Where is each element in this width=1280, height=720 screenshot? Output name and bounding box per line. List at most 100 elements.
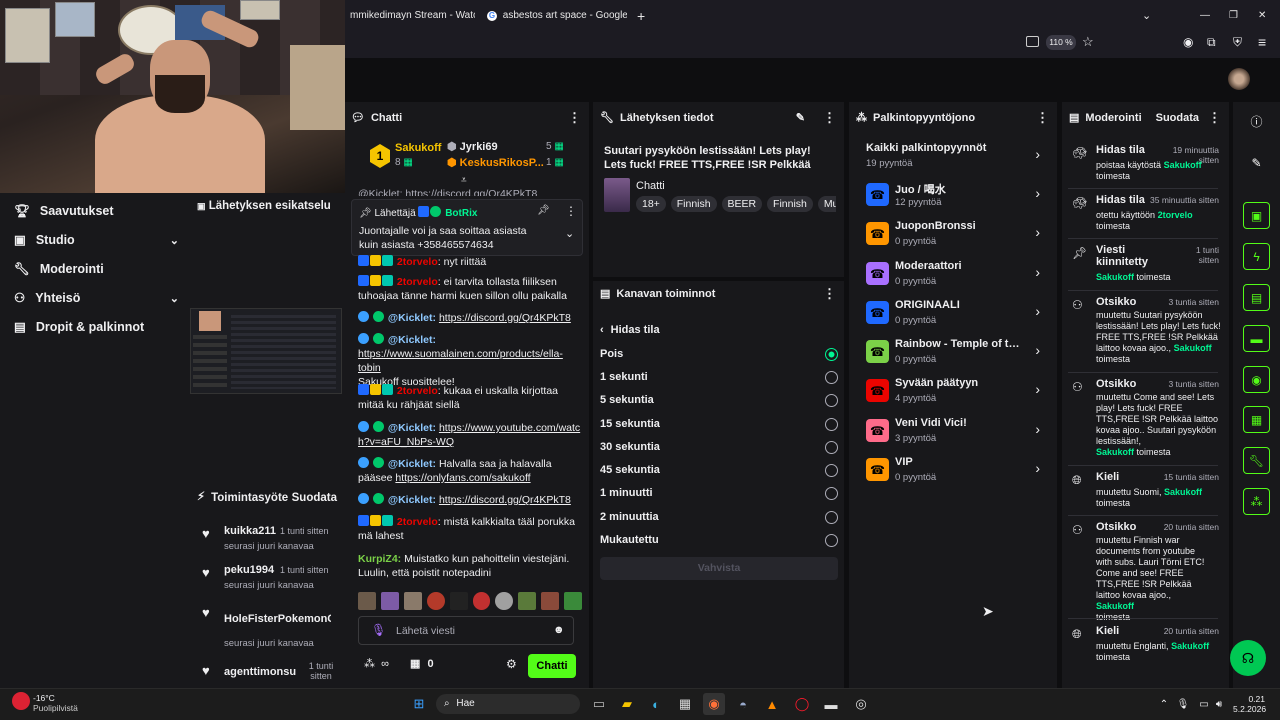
tag[interactable]: Finnish — [670, 196, 717, 212]
stream-preview-thumbnail[interactable] — [190, 308, 342, 394]
clip-icon[interactable]: ▣ — [1243, 202, 1270, 229]
category-name[interactable]: Chatti — [636, 180, 665, 192]
radio-button[interactable] — [825, 393, 838, 407]
reward-item[interactable]: ☎Rainbow - Temple of the King0 pyyntöä› — [866, 338, 1046, 374]
info-icon[interactable]: ⓘ — [1243, 108, 1270, 135]
vlc-icon[interactable]: ▲ — [761, 693, 783, 715]
slow-mode-option[interactable]: 45 sekuntia — [600, 460, 838, 480]
community-points[interactable]: ⁂ ∞ — [364, 657, 389, 670]
slow-mode-option[interactable]: 5 sekuntia — [600, 390, 838, 410]
reward-item[interactable]: ☎ Moderaattori 0 pyyntöä › — [866, 260, 1046, 296]
nav-achievements[interactable]: 🏆︎ Saavutukset — [14, 201, 179, 221]
chat-message[interactable]: @Kicklet: https://www.suomalainen.com/pr… — [358, 333, 583, 389]
moderation-entry[interactable]: ⚇ Otsikko 3 tuntia sitten muutettu Come … — [1068, 378, 1223, 458]
reward-item[interactable]: ☎ Veni Vidi Vici! 3 pyyntöä › — [866, 417, 1046, 453]
reader-view-icon[interactable] — [1026, 36, 1039, 47]
slow-mode-option[interactable]: Mukautettu — [600, 530, 838, 550]
chat-message[interactable]: @Kicklet: https://www.youtube.com/watch?… — [358, 421, 583, 449]
windows-start-icon[interactable]: ⊞ — [408, 693, 430, 715]
emote-icon[interactable] — [472, 592, 491, 610]
emote-icon[interactable] — [564, 592, 583, 610]
tag[interactable]: Finnish — [767, 196, 813, 212]
nav-community[interactable]: ⚇ Yhteisö ⌄ — [14, 288, 179, 308]
radio-button[interactable] — [825, 370, 838, 384]
reward-item[interactable]: ☎ Juo / 喝水 12 pyyntöä › — [866, 181, 1046, 217]
tag[interactable]: BEER — [721, 196, 763, 212]
chat-message[interactable]: 2torvelo: ei tarvita tollasta fiiliksen … — [358, 275, 583, 303]
emote-icon[interactable] — [380, 592, 399, 610]
collapse-icon[interactable]: ⩡ — [461, 176, 467, 186]
chat-input[interactable]: 🎙︎ Lähetä viesti ☻ — [358, 616, 574, 645]
activity-filter-button[interactable]: Suodata — [292, 492, 337, 504]
chat-message[interactable]: @Kicklet: Halvalla saa ja halavalla pääs… — [358, 457, 583, 485]
radio-button[interactable] — [825, 440, 838, 454]
leaderboard-user[interactable]: ⬢ Jyrki69 — [447, 140, 498, 153]
nav-studio[interactable]: ▣ Studio ⌄ — [14, 230, 179, 250]
emote-icon[interactable] — [358, 592, 376, 610]
slow-mode-option[interactable]: 30 sekuntia — [600, 437, 838, 457]
task-view-icon[interactable]: ▭ — [588, 693, 610, 715]
pinned-message[interactable]: 📌︎ Lähettäjä BotRix 📌︎ ⋮ Juontajalle voi… — [351, 199, 583, 256]
reward-item[interactable]: ☎ ORIGINAALI 0 pyyntöä › — [866, 299, 1046, 335]
emote-icon[interactable] — [495, 592, 514, 610]
stream-manager-icon[interactable]: ▦ — [1243, 406, 1270, 433]
activity-item[interactable]: ♥ peku1994 1 tunti sitten seurasi juuri … — [200, 562, 340, 602]
slow-mode-option[interactable]: 1 minuutti — [600, 483, 838, 503]
gear-icon[interactable]: ⚙ — [506, 658, 517, 670]
channel-actions-more-icon[interactable]: ⋮ — [823, 286, 836, 302]
maximize-button[interactable]: ❐ — [1229, 5, 1238, 27]
extensions-icon[interactable]: ⧉ — [1207, 36, 1216, 48]
points-balance[interactable]: ▦ 0 — [410, 657, 434, 670]
confirm-button[interactable]: Vahvista — [600, 557, 838, 580]
emote-icon[interactable] — [449, 592, 468, 610]
weather-widget[interactable]: -16°C Puolipilvistä — [33, 693, 78, 713]
nav-moderation[interactable]: 🔧︎ Moderointi — [14, 259, 179, 279]
moderation-entry[interactable]: 🌐︎ Kieli 20 tuntia sitten muutettu Engla… — [1068, 625, 1223, 665]
close-window-button[interactable]: ✕ — [1258, 5, 1266, 27]
moderation-more-icon[interactable]: ⋮ — [1208, 110, 1221, 126]
reward-item[interactable]: ☎ VIP 0 pyyntöä › — [866, 456, 1046, 492]
chat-more-icon[interactable]: ⋮ — [568, 110, 581, 126]
emote-icon[interactable] — [426, 592, 445, 610]
tag[interactable]: Mu — [817, 196, 836, 212]
moderation-entry[interactable]: 🐢︎ Hidas tila 19 minuuttia sitten poista… — [1068, 144, 1223, 184]
radio-button[interactable] — [825, 347, 838, 361]
support-chat-icon[interactable]: ☊ — [1230, 640, 1266, 676]
emoji-icon[interactable]: ☻ — [553, 625, 565, 636]
all-rewards-item[interactable]: Kaikki palkintopyynnöt 19 pyyntöä › — [866, 142, 1046, 178]
account-icon[interactable]: ◉ — [1183, 36, 1193, 48]
new-tab-button[interactable]: + — [637, 5, 645, 27]
radio-button[interactable] — [825, 463, 838, 477]
zoom-level[interactable]: 110 % — [1046, 35, 1076, 50]
lightning-icon[interactable]: ϟ — [1243, 243, 1270, 270]
moderation-entry[interactable]: 🌐︎ Kieli 15 tuntia sitten muutettu Suomi… — [1068, 471, 1223, 511]
browser-tab[interactable]: mmikedimayn Stream - Watch L✕ — [350, 5, 475, 27]
slow-mode-option[interactable]: 2 minuuttia — [600, 507, 838, 527]
activity-item[interactable]: ♥ HoleFisterPokemonGo seurasi juuri kana… — [200, 605, 340, 649]
radio-button[interactable] — [825, 417, 838, 431]
chat-message[interactable]: @Kicklet: https://discord.gg/Qr4KPkT8 — [358, 493, 583, 507]
minimize-button[interactable]: — — [1200, 5, 1210, 27]
moderation-entry[interactable]: ⚇ Otsikko 3 tuntia sitten muutettu Suuta… — [1068, 296, 1223, 368]
send-chat-button[interactable]: Chatti — [528, 654, 576, 678]
edit-icon[interactable]: ✎ — [796, 112, 805, 124]
steam-icon[interactable]: ◓ — [732, 693, 754, 715]
chevron-down-icon[interactable]: ⌄ — [565, 229, 574, 240]
microphone-icon[interactable]: 🎙︎ — [371, 624, 386, 636]
chat-message[interactable]: 2torvelo: kukaa ei uskalla kirjottaa mit… — [358, 384, 583, 412]
slow-mode-option[interactable]: Pois — [600, 344, 838, 364]
emote-icon[interactable] — [403, 592, 422, 610]
emote-icon[interactable] — [541, 592, 560, 610]
slow-mode-option[interactable]: 1 sekunti — [600, 367, 838, 387]
chat-message[interactable]: KurpiZ4: Muistatko kun pahoittelin viest… — [358, 552, 583, 580]
chat-message[interactable]: @Kicklet: https://discord.gg/Qr4KPkT8 — [358, 311, 583, 325]
file-explorer-icon[interactable]: ▰ — [616, 693, 638, 715]
store-icon[interactable]: ▦ — [674, 693, 696, 715]
edit-icon[interactable]: ✎ — [1243, 149, 1270, 176]
shield-icon[interactable]: ⛨ — [1233, 36, 1242, 48]
firefox-icon[interactable]: ◉ — [703, 693, 725, 715]
chat-bubble-icon[interactable]: ▬ — [1243, 325, 1270, 352]
opera-icon[interactable]: ◯ — [791, 693, 813, 715]
stream-info-more-icon[interactable]: ⋮ — [823, 110, 836, 126]
moderation-entry[interactable]: ⚇ Otsikko 20 tuntia sitten muutettu Finn… — [1068, 521, 1223, 622]
